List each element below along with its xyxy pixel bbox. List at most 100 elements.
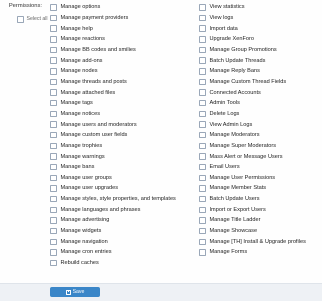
permission-label: Manage users and moderators — [60, 121, 137, 128]
checkbox-icon — [50, 110, 57, 118]
save-button-label: Save — [72, 289, 85, 295]
permission-checkbox[interactable]: Manage Custom Thread Fields — [199, 77, 306, 88]
permission-checkbox[interactable]: Manage user upgrades — [50, 183, 176, 194]
checkbox-icon — [199, 78, 206, 86]
checkbox-icon — [199, 217, 206, 224]
permission-checkbox[interactable]: Manage navigation — [50, 236, 176, 247]
permission-checkbox[interactable]: Connected Accounts — [199, 87, 306, 98]
permission-checkbox[interactable]: Manage Reply Bans — [199, 66, 306, 77]
permission-checkbox[interactable]: Manage styles, style properties, and tem… — [50, 194, 176, 205]
permission-checkbox[interactable]: Manage threads and posts — [50, 77, 176, 88]
permission-checkbox[interactable]: Mass Alert or Message Users — [199, 151, 306, 162]
right-permission-list: View statistics View logs Import data Upgra… — [199, 2, 306, 258]
checkbox-icon — [199, 142, 206, 150]
permission-checkbox[interactable]: Import or Export Users — [199, 204, 306, 215]
permission-checkbox[interactable]: Manage Member Stats — [199, 183, 306, 194]
form-footer: Save — [0, 283, 322, 301]
permission-checkbox[interactable]: Manage User Permissions — [199, 173, 306, 184]
checkbox-icon — [199, 25, 206, 32]
permission-checkbox[interactable]: Manage Group Promotions — [199, 45, 306, 56]
permission-label: Manage Custom Thread Fields — [209, 78, 287, 85]
permission-checkbox[interactable]: Batch Update Threads — [199, 55, 306, 66]
permission-label: View Admin Logs — [209, 121, 253, 128]
permission-label: Batch Update Threads — [209, 57, 266, 64]
permission-checkbox[interactable]: Manage attached files — [50, 87, 176, 98]
checkbox-icon — [50, 206, 57, 214]
checkbox-icon — [199, 174, 206, 182]
permission-checkbox[interactable]: Manage user groups — [50, 173, 176, 184]
permission-checkbox[interactable]: Manage help — [50, 23, 176, 34]
permission-checkbox[interactable]: Manage bans — [50, 162, 176, 173]
checkbox-icon — [50, 174, 57, 182]
permission-checkbox[interactable]: Import data — [199, 23, 306, 34]
checkbox-icon — [199, 57, 206, 64]
permission-checkbox[interactable]: Email Users — [199, 162, 306, 173]
permission-label: Manage custom user fields — [60, 132, 128, 139]
checkbox-icon — [199, 68, 206, 75]
permission-checkbox[interactable]: Manage Showcase — [199, 226, 306, 237]
checkbox-icon — [50, 238, 57, 246]
permission-label: Manage navigation — [60, 238, 108, 245]
permission-checkbox[interactable]: Manage BB codes and smilies — [50, 45, 176, 56]
permission-checkbox[interactable]: View Admin Logs — [199, 119, 306, 130]
checkbox-icon — [50, 153, 57, 160]
permission-checkbox[interactable]: Delete Logs — [199, 109, 306, 120]
permission-label: Manage languages and phrases — [60, 206, 141, 213]
permission-checkbox[interactable]: Manage reactions — [50, 34, 176, 45]
permission-checkbox[interactable]: Manage payment providers — [50, 13, 176, 24]
checkbox-icon — [199, 249, 206, 256]
checkbox-icon — [199, 110, 206, 118]
permission-label: Manage User Permissions — [209, 174, 276, 181]
permission-checkbox[interactable]: Manage tags — [50, 98, 176, 109]
checkbox-icon — [50, 68, 57, 75]
checkbox-icon — [199, 89, 206, 96]
permission-label: Manage Member Stats — [209, 185, 267, 192]
permission-checkbox[interactable]: Manage add-ons — [50, 55, 176, 66]
permission-label: Manage widgets — [60, 228, 102, 235]
save-icon — [65, 289, 71, 295]
permission-checkbox[interactable]: Manage advertising — [50, 215, 176, 226]
permission-label: Manage help — [60, 25, 93, 32]
permission-label: View logs — [209, 14, 234, 21]
permissions-label: Permissions: — [8, 3, 42, 9]
permission-label: Manage notices — [60, 110, 101, 117]
permission-checkbox[interactable]: Manage Forms — [199, 247, 306, 258]
permission-label: Manage Group Promotions — [209, 46, 277, 53]
permission-checkbox[interactable]: View logs — [199, 13, 306, 24]
permission-checkbox[interactable]: Manage users and moderators — [50, 119, 176, 130]
permission-label: Manage cron entries — [60, 249, 112, 256]
permission-label: Manage Forms — [209, 249, 248, 256]
permission-checkbox[interactable]: Manage nodes — [50, 66, 176, 77]
permission-checkbox[interactable]: Manage Super Moderators — [199, 141, 306, 152]
permission-checkbox[interactable]: Batch Update Users — [199, 194, 306, 205]
permission-label: Manage options — [60, 4, 101, 11]
permission-checkbox[interactable]: Rebuild caches — [50, 258, 176, 269]
checkbox-icon — [50, 249, 57, 256]
permission-checkbox[interactable]: Manage languages and phrases — [50, 204, 176, 215]
permission-checkbox[interactable]: Manage options — [50, 2, 176, 13]
checkbox-icon — [50, 89, 57, 96]
permission-label: Manage Title Ladder — [209, 217, 261, 224]
permission-checkbox[interactable]: Upgrade XenForo — [199, 34, 306, 45]
permission-checkbox[interactable]: Manage notices — [50, 109, 176, 120]
permission-checkbox[interactable]: Admin Tools — [199, 98, 306, 109]
permission-checkbox[interactable]: Manage custom user fields — [50, 130, 176, 141]
checkbox-icon — [50, 195, 57, 203]
save-button[interactable]: Save — [50, 287, 100, 297]
checkbox-icon — [50, 121, 57, 128]
permission-checkbox[interactable]: Manage cron entries — [50, 247, 176, 258]
permission-checkbox[interactable]: Manage [TH] Install & Upgrade profiles — [199, 236, 306, 247]
permission-label: Upgrade XenForo — [209, 36, 254, 43]
permission-label: Manage Reply Bans — [209, 68, 260, 75]
permission-label: Batch Update Users — [209, 196, 260, 203]
permission-label: Manage bans — [60, 164, 95, 171]
permission-checkbox[interactable]: Manage Moderators — [199, 130, 306, 141]
permission-checkbox[interactable]: Manage warnings — [50, 151, 176, 162]
permission-checkbox[interactable]: Manage trophies — [50, 141, 176, 152]
permission-checkbox[interactable]: Manage Title Ladder — [199, 215, 306, 226]
permission-label: Manage styles, style properties, and tem… — [60, 196, 176, 203]
permission-checkbox[interactable]: View statistics — [199, 2, 306, 13]
permission-checkbox[interactable]: Manage widgets — [50, 226, 176, 237]
permission-label: Import or Export Users — [209, 206, 266, 213]
select-all-checkbox[interactable]: Select all — [17, 16, 48, 23]
